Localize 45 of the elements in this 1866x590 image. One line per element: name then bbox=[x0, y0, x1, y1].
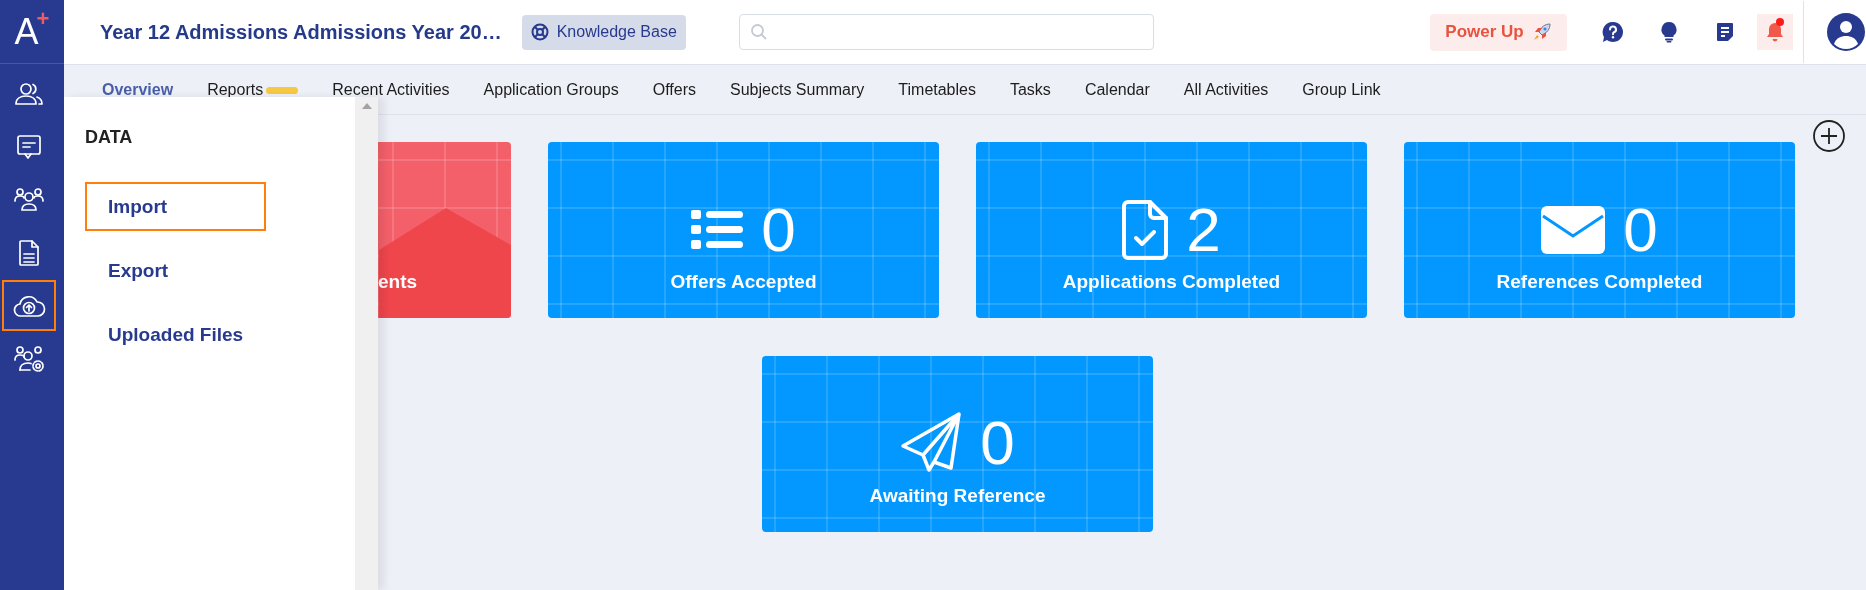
logo-letter: A bbox=[14, 13, 39, 50]
tab[interactable]: Overview bbox=[102, 80, 174, 99]
lightbulb-icon bbox=[1660, 21, 1678, 43]
stat-value: 0 bbox=[1623, 199, 1658, 261]
list-icon bbox=[691, 208, 744, 252]
menu-item[interactable]: Export bbox=[85, 246, 267, 295]
stat-value: 0 bbox=[761, 199, 796, 261]
sidebar-button[interactable] bbox=[2, 280, 56, 331]
file-check-icon bbox=[1122, 200, 1169, 260]
menu-item[interactable]: Import bbox=[85, 182, 267, 231]
rocket-icon bbox=[1531, 22, 1552, 42]
tab[interactable]: Calendar bbox=[1084, 80, 1150, 99]
search-field[interactable] bbox=[738, 14, 1154, 50]
tab[interactable]: Application Groups bbox=[483, 80, 619, 99]
stat-value: 0 bbox=[980, 412, 1015, 474]
tab[interactable]: Group Link bbox=[1302, 80, 1381, 99]
stat-value: 2 bbox=[1186, 199, 1221, 261]
lifebuoy-icon bbox=[530, 23, 549, 41]
menu-heading: DATA bbox=[85, 126, 133, 149]
scrollbar[interactable] bbox=[355, 97, 378, 590]
menu-item[interactable]: Uploaded Files bbox=[85, 310, 267, 359]
stat-label: Offers Accepted bbox=[670, 271, 817, 293]
tab[interactable]: Offers bbox=[652, 80, 697, 99]
logo-plus: + bbox=[36, 8, 50, 30]
stat-label: Applications Completed bbox=[1062, 271, 1281, 293]
knowledge-base-button[interactable]: Knowledge Base bbox=[521, 14, 686, 50]
stat-label: ents bbox=[378, 271, 418, 293]
notifications-button[interactable] bbox=[1757, 14, 1793, 50]
note-icon bbox=[1716, 22, 1734, 42]
tab[interactable]: Tasks bbox=[1009, 80, 1051, 99]
tab[interactable]: All Activities bbox=[1183, 80, 1269, 99]
avatar-icon[interactable] bbox=[1826, 12, 1866, 52]
stat-label: References Completed bbox=[1496, 271, 1703, 293]
tab[interactable]: Subjects Summary bbox=[730, 80, 865, 99]
stat-label: Awaiting Reference bbox=[869, 485, 1046, 507]
search-icon bbox=[749, 23, 768, 41]
add-icon[interactable] bbox=[1812, 119, 1846, 153]
page-title: Year 12 Admissions Admissions Year 20… bbox=[100, 20, 502, 44]
bell-icon bbox=[1766, 21, 1784, 43]
paper-plane-icon bbox=[900, 411, 963, 475]
area-chart-icon bbox=[379, 208, 511, 318]
envelope-icon bbox=[1541, 206, 1606, 254]
tab[interactable]: Recent Activities bbox=[332, 80, 450, 99]
tab[interactable]: Timetables bbox=[898, 80, 976, 99]
help-icon bbox=[1602, 21, 1624, 43]
